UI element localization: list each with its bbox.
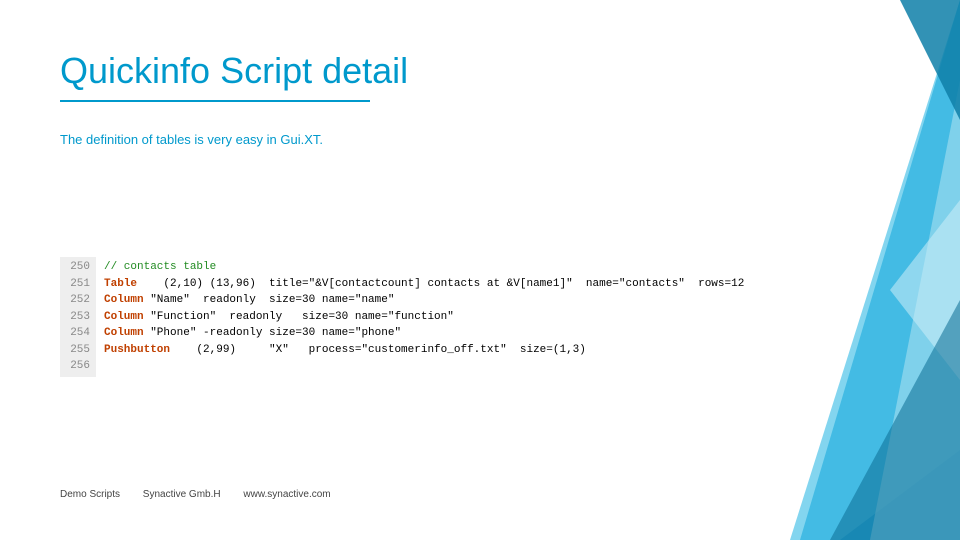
line-number: 253	[66, 309, 90, 326]
slide: Quickinfo Script detail The definition o…	[0, 0, 960, 540]
line-number: 255	[66, 342, 90, 359]
footer-demo: Demo Scripts	[60, 489, 120, 500]
footer: Demo Scripts Synactive Gmb.H www.synacti…	[60, 489, 351, 500]
subtitle-text: The definition of tables is very easy in…	[60, 132, 900, 147]
line-number: 256	[66, 358, 90, 375]
code-block: 250251252253254255256 // contacts tableT…	[60, 257, 900, 377]
code-line: Column "Name" readonly size=30 name="nam…	[104, 292, 744, 309]
code-content: // contacts tableTable (2,10) (13,96) ti…	[96, 257, 752, 377]
line-numbers: 250251252253254255256	[60, 257, 96, 377]
code-line: // contacts table	[104, 259, 744, 276]
line-number: 251	[66, 276, 90, 293]
code-line: Column "Phone" -readonly size=30 name="p…	[104, 325, 744, 342]
code-line: Table (2,10) (13,96) title="&V[contactco…	[104, 276, 744, 293]
code-line: Column "Function" readonly size=30 name=…	[104, 309, 744, 326]
footer-url: www.synactive.com	[243, 489, 330, 500]
line-number: 250	[66, 259, 90, 276]
title-underline	[60, 100, 370, 102]
code-line: Pushbutton (2,99) "X" process="customeri…	[104, 342, 744, 359]
page-title: Quickinfo Script detail	[60, 50, 900, 92]
line-number: 254	[66, 325, 90, 342]
line-number: 252	[66, 292, 90, 309]
code-line	[104, 358, 744, 375]
footer-company: Synactive Gmb.H	[143, 489, 221, 500]
